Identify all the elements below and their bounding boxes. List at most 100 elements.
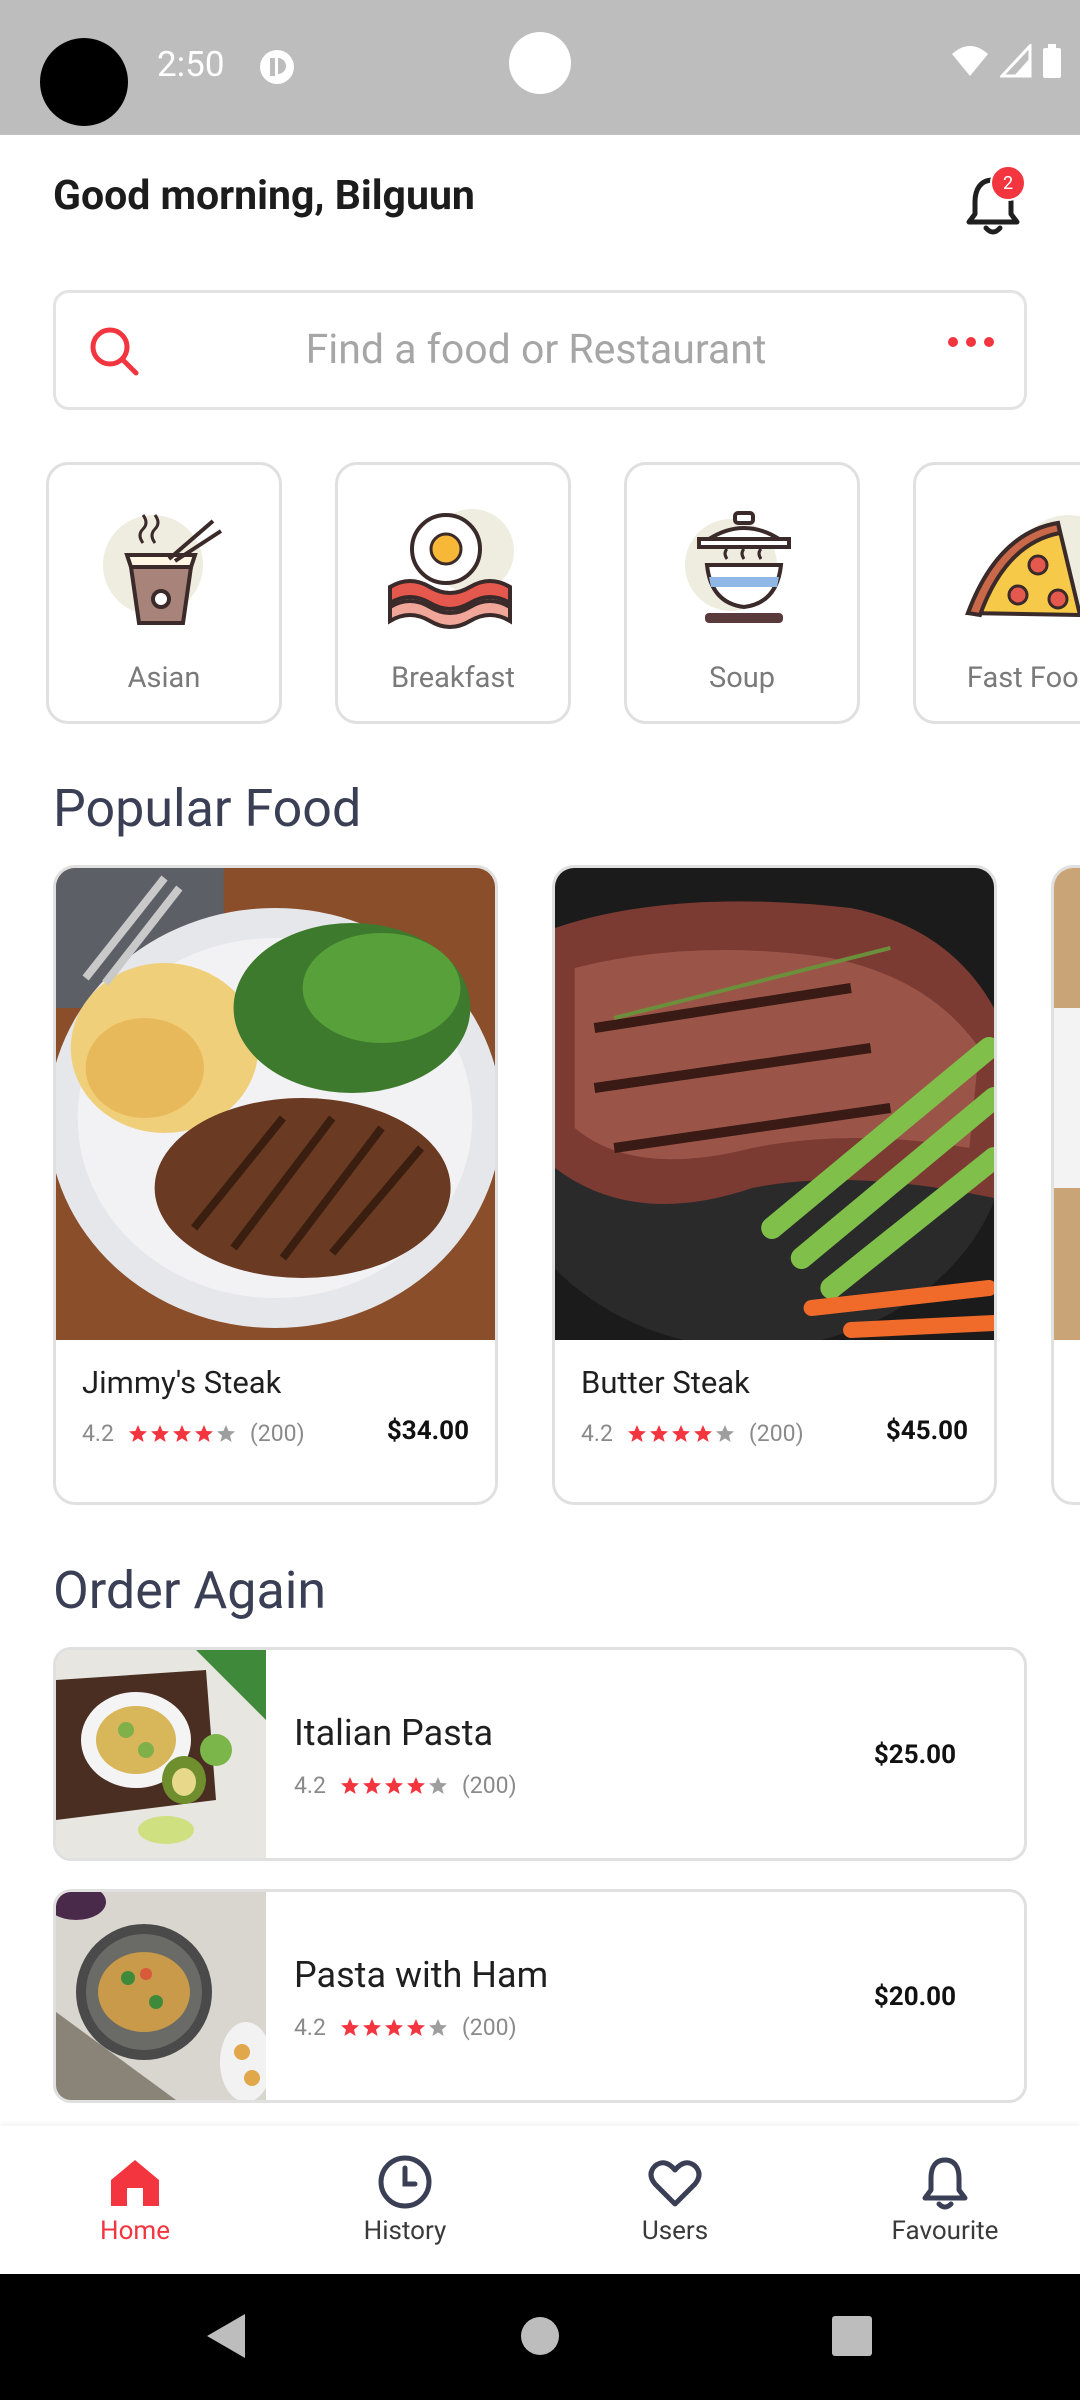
order-item-pasta-with-ham[interactable]: Pasta with Ham 4.2 (200) $20.00: [53, 1889, 1027, 2103]
star-icon: [128, 1424, 147, 1442]
bell-icon: [922, 2157, 968, 2210]
search-bar[interactable]: [53, 290, 1027, 410]
search-input[interactable]: [176, 313, 896, 387]
category-label: Asian: [127, 661, 201, 695]
category-list: Asian Breakfast Soup Fast Foo: [46, 462, 1080, 726]
pasta-with-ham-image: [56, 1892, 266, 2100]
camera-cutout: [40, 38, 128, 126]
rating-value: 4.2: [82, 1420, 114, 1447]
nav-label: History: [363, 2216, 447, 2246]
category-soup[interactable]: Soup: [624, 462, 860, 724]
food-name: Butter Steak: [581, 1364, 750, 1401]
clock-icon: [378, 2155, 432, 2209]
category-fast-food[interactable]: Fast Food: [913, 462, 1080, 724]
order-item-name: Italian Pasta: [294, 1712, 494, 1754]
star-icon: [340, 2018, 359, 2036]
category-label: Breakfast: [391, 661, 515, 695]
star-icon: [362, 1776, 381, 1794]
home-button-icon[interactable]: [520, 2312, 560, 2360]
category-breakfast[interactable]: Breakfast: [335, 462, 571, 724]
star-icon: [406, 1776, 425, 1794]
star-icon: [340, 1776, 359, 1794]
rating-value: 4.2: [294, 1772, 326, 1799]
star-icon: [715, 1424, 734, 1442]
food-rating: 4.2 (200): [581, 1420, 804, 1447]
more-options-icon[interactable]: [948, 337, 994, 347]
soup-pot-icon: [685, 511, 791, 623]
star-icon: [406, 2018, 425, 2036]
rating-stars: [340, 1776, 448, 1796]
back-icon[interactable]: [205, 2312, 247, 2360]
rating-value: 4.2: [294, 2014, 326, 2041]
egg-bacon-icon: [388, 509, 514, 629]
food-price: $45.00: [885, 1416, 968, 1446]
star-icon: [693, 1424, 712, 1442]
rating-stars: [128, 1424, 236, 1444]
order-item-rating: 4.2 (200): [294, 1772, 517, 1799]
star-icon: [627, 1424, 646, 1442]
rating-stars: [627, 1424, 735, 1444]
nav-label: Users: [641, 2216, 709, 2246]
recents-icon[interactable]: [831, 2312, 873, 2360]
nav-favourite[interactable]: Favourite: [810, 2126, 1080, 2274]
popular-food-list: Jimmy's Steak 4.2 (200) $34.00 Butter St…: [53, 865, 1080, 1507]
order-item-italian-pasta[interactable]: Italian Pasta 4.2 (200) $25.00: [53, 1647, 1027, 1861]
status-icons: [950, 44, 1062, 78]
rating-value: 4.2: [581, 1420, 613, 1447]
battery-icon: [1043, 44, 1061, 78]
order-item-name: Pasta with Ham: [294, 1954, 549, 1996]
review-count: (200): [249, 1420, 305, 1447]
star-icon: [172, 1424, 191, 1442]
star-icon: [362, 2018, 381, 2036]
pizza-icon: [965, 515, 1080, 618]
search-icon: [90, 327, 139, 376]
noodle-box-icon: [103, 514, 223, 625]
signal-icon: [1000, 44, 1032, 78]
order-item-rating: 4.2 (200): [294, 2014, 517, 2041]
nav-history[interactable]: History: [270, 2126, 540, 2274]
food-price: $34.00: [386, 1416, 469, 1446]
food-card-jimmys-steak[interactable]: Jimmy's Steak 4.2 (200) $34.00: [53, 865, 498, 1505]
nav-label: Home: [100, 2216, 170, 2246]
jimmys-steak-image: [56, 868, 495, 1340]
nav-home[interactable]: Home: [0, 2126, 270, 2274]
wifi-icon: [952, 46, 988, 76]
order-item-price: $25.00: [873, 1740, 956, 1770]
status-bar: 2:50: [0, 0, 1080, 135]
star-icon: [194, 1424, 213, 1442]
front-camera: [509, 32, 571, 94]
food-card-partial[interactable]: [1051, 865, 1080, 1505]
star-icon: [384, 1776, 403, 1794]
star-icon: [384, 2018, 403, 2036]
nav-label: Favourite: [891, 2216, 999, 2246]
butter-steak-image: [555, 868, 994, 1340]
star-icon: [428, 2018, 447, 2036]
category-label: Fast Food: [966, 661, 1080, 695]
category-asian[interactable]: Asian: [46, 462, 282, 724]
notification-badge: 2: [990, 165, 1026, 201]
order-item-price: $20.00: [873, 1982, 956, 2012]
status-time: 2:50: [157, 44, 225, 85]
star-icon: [671, 1424, 690, 1442]
app-notification-icon: [260, 50, 294, 84]
review-count: (200): [461, 1772, 517, 1799]
review-count: (200): [748, 1420, 804, 1447]
popular-food-title: Popular Food: [53, 778, 362, 839]
greeting-title: Good morning, Bilguun: [53, 172, 475, 220]
order-again-title: Order Again: [53, 1560, 327, 1621]
review-count: (200): [461, 2014, 517, 2041]
system-navigation-bar: [0, 2274, 1080, 2400]
star-icon: [216, 1424, 235, 1442]
heart-icon: [648, 2160, 702, 2207]
bottom-navigation: Home History Users Favourite: [0, 2126, 1080, 2274]
food-name: Jimmy's Steak: [82, 1364, 282, 1401]
nav-users[interactable]: Users: [540, 2126, 810, 2274]
home-icon: [111, 2160, 159, 2206]
partial-food-image: [1054, 868, 1080, 1340]
food-card-butter-steak[interactable]: Butter Steak 4.2 (200) $45.00: [552, 865, 997, 1505]
star-icon: [428, 1776, 447, 1794]
category-label: Soup: [708, 661, 776, 695]
star-icon: [150, 1424, 169, 1442]
rating-stars: [340, 2018, 448, 2038]
food-rating: 4.2 (200): [82, 1420, 305, 1447]
